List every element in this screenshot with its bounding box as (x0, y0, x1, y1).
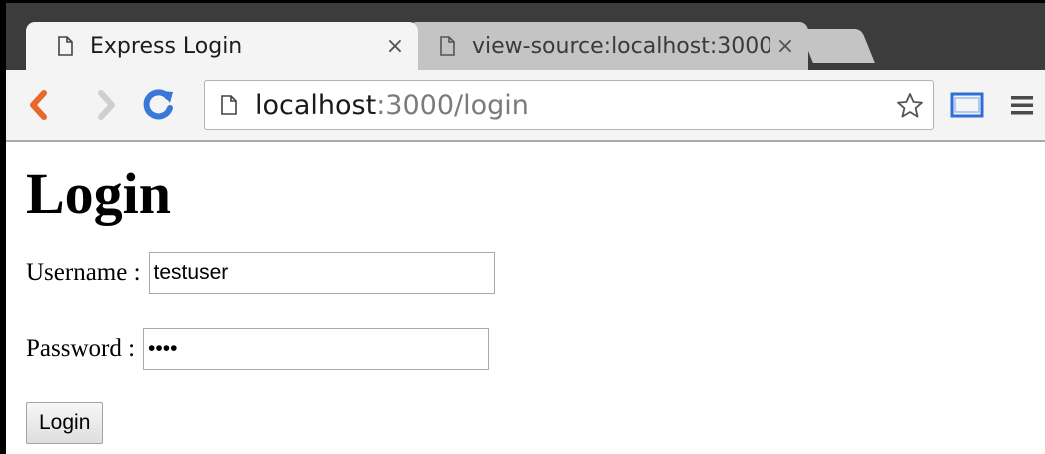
tab-view-source[interactable]: view-source:localhost:3000/login × (408, 22, 808, 70)
star-icon (897, 93, 923, 118)
username-input[interactable]: testuser (148, 252, 495, 294)
page-icon (58, 36, 73, 56)
page-icon (440, 36, 455, 56)
hamburger-menu-icon (1011, 96, 1033, 115)
cast-button[interactable] (945, 84, 989, 126)
password-value: •••• (148, 337, 178, 360)
tab-close-icon[interactable]: × (380, 34, 410, 59)
forward-button[interactable] (86, 84, 126, 126)
bookmark-star-button[interactable] (893, 89, 927, 123)
tab-strip: Express Login × view-source:localhost:30… (6, 3, 1045, 70)
password-label: Password : (26, 335, 136, 362)
new-tab-button[interactable] (799, 29, 875, 63)
reload-icon (143, 89, 173, 120)
password-row: Password : •••• (26, 328, 490, 370)
tab-close-icon[interactable]: × (770, 34, 800, 59)
url-host: localhost (255, 89, 377, 121)
password-input[interactable]: •••• (143, 328, 490, 370)
login-button[interactable]: Login (26, 402, 104, 444)
tab-title: Express Login (90, 33, 243, 59)
url-path: :3000/login (376, 89, 529, 121)
reload-button[interactable] (138, 84, 178, 126)
back-arrow-icon (30, 90, 47, 120)
screen-icon (950, 92, 984, 118)
tab-title: view-source:localhost:3000/login (472, 33, 770, 59)
username-row: Username : testuser (26, 252, 495, 294)
tab-express-login[interactable]: Express Login × (26, 22, 418, 70)
browser-menu-button[interactable] (1002, 84, 1042, 126)
username-value: testuser (153, 261, 229, 284)
page-title: Login (26, 161, 172, 226)
page-icon (221, 95, 237, 115)
page-content: Login Username : testuser Password : •••… (6, 144, 1045, 454)
url-text: localhost:3000/login (255, 90, 529, 121)
forward-arrow-icon (98, 90, 115, 120)
address-bar[interactable]: localhost:3000/login (204, 80, 934, 130)
username-label: Username : (26, 259, 141, 286)
back-button[interactable] (18, 84, 58, 126)
browser-toolbar: localhost:3000/login (6, 70, 1045, 142)
